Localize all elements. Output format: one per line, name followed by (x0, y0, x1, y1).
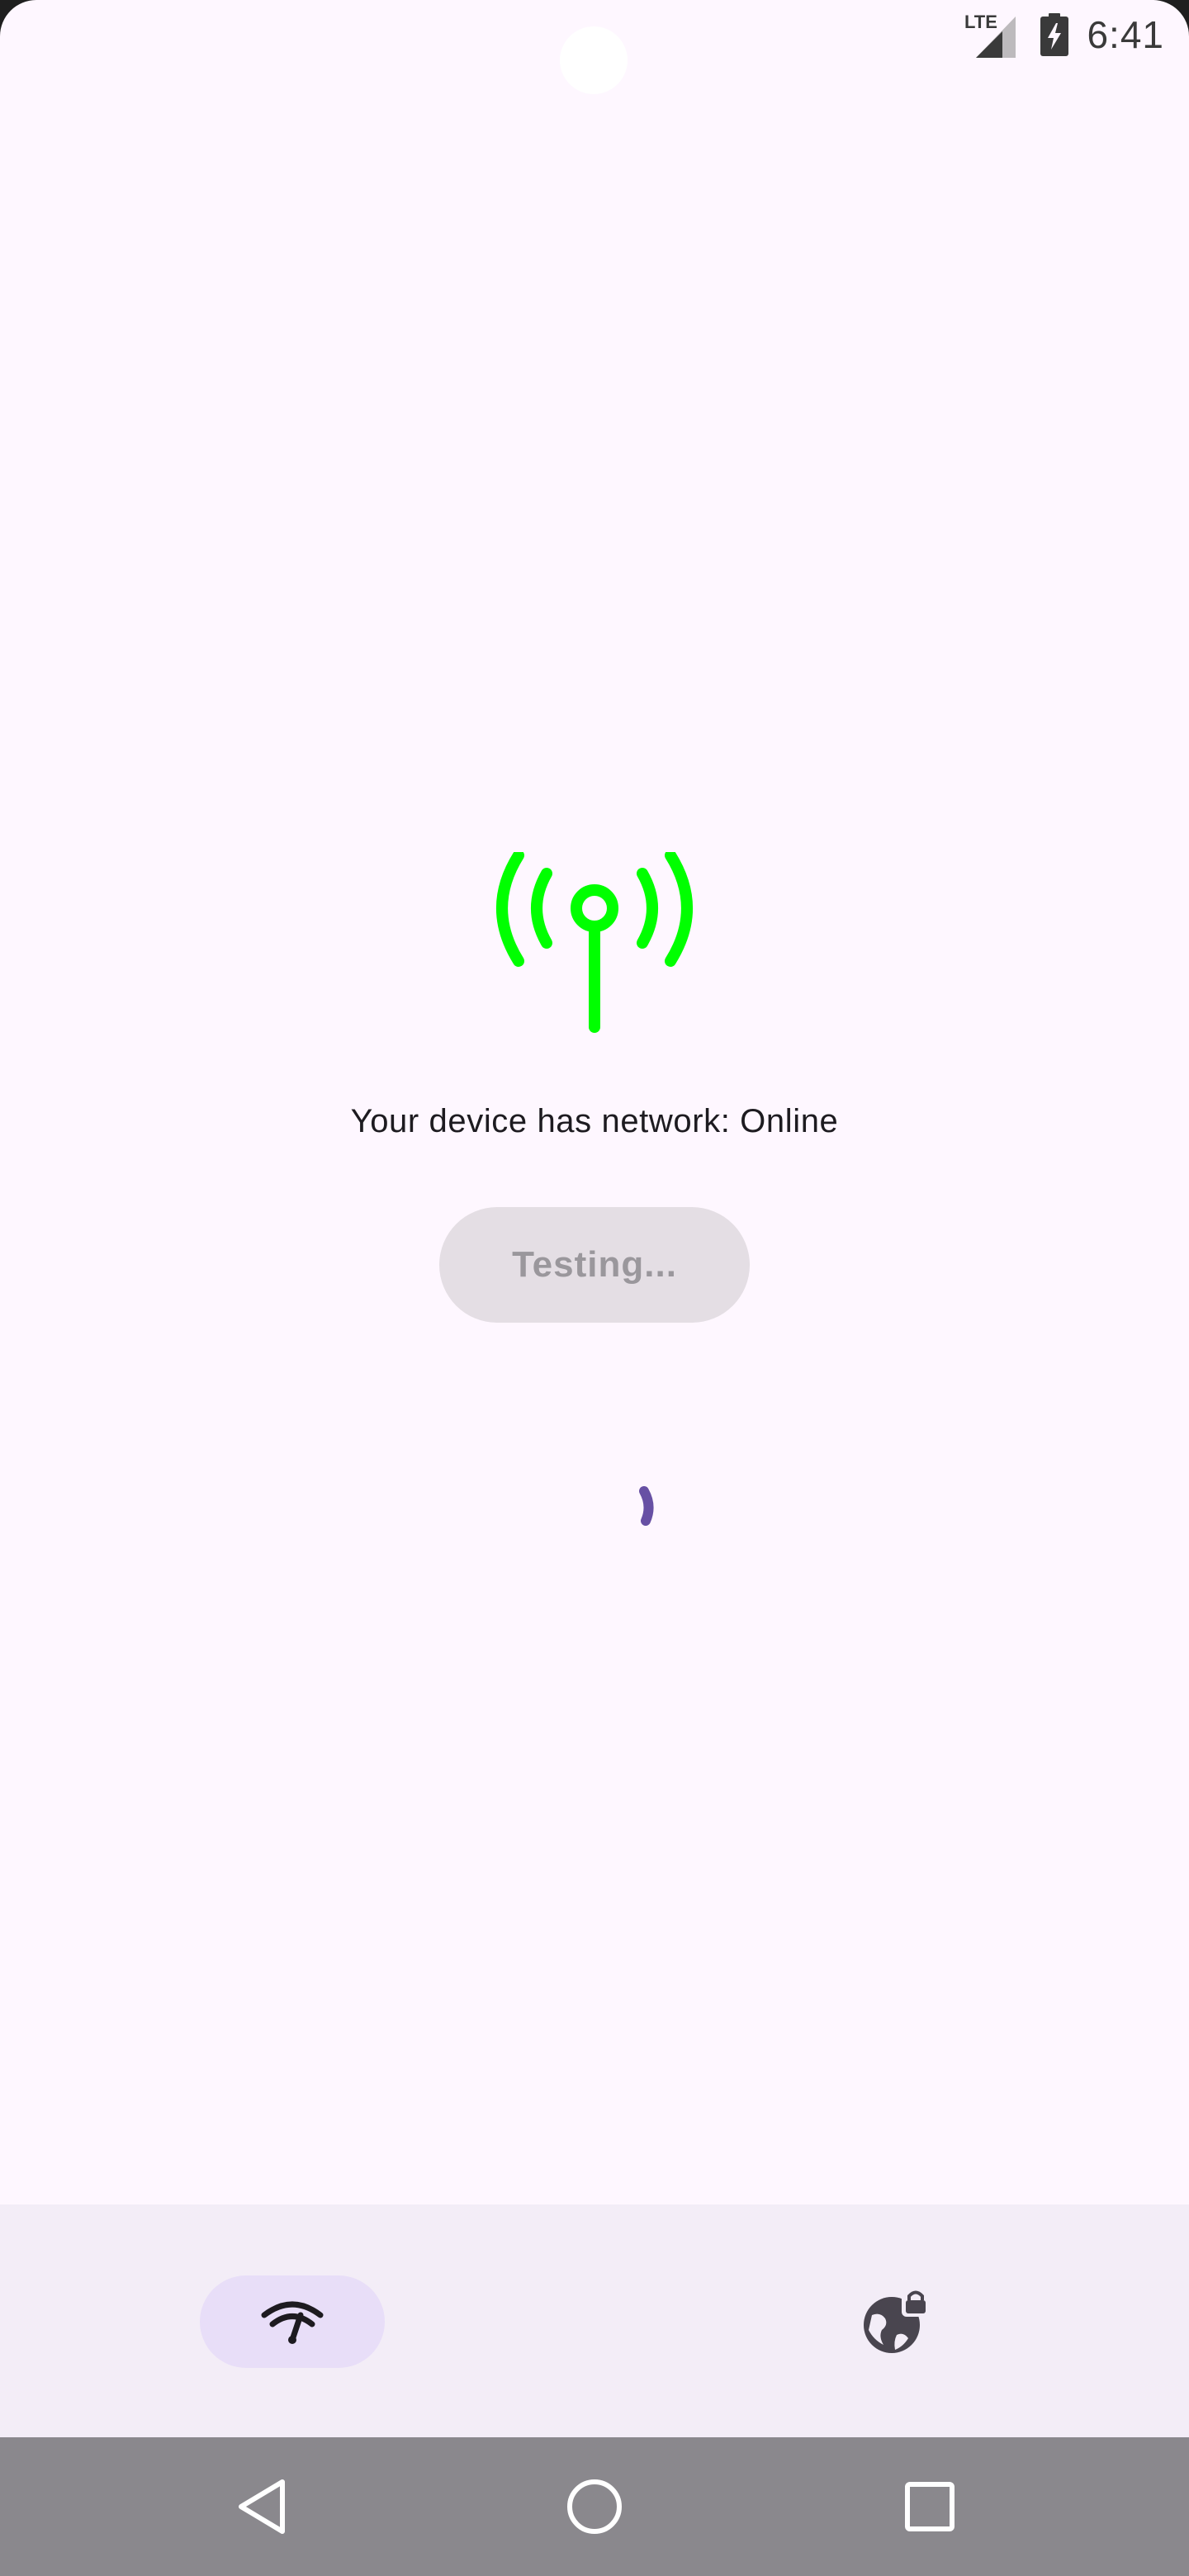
battery-charging-icon (1040, 13, 1069, 56)
nav-item-vpn[interactable] (803, 2275, 988, 2368)
network-type-label: LTE (964, 12, 997, 32)
lte-signal-icon: LTE (964, 12, 1019, 58)
main-content: Your device has network: Online Testing.… (0, 69, 1189, 2204)
cell-tower-icon (496, 852, 693, 1033)
network-status-text: Your device has network: Online (350, 1103, 839, 1139)
back-icon (239, 2479, 285, 2534)
status-icons: LTE 6:41 (964, 8, 1164, 61)
vpn-globe-lock-icon (864, 2289, 930, 2353)
home-icon (567, 2479, 622, 2534)
test-network-button[interactable]: Testing... (439, 1207, 750, 1323)
speed-test-icon (261, 2301, 324, 2344)
system-recents-button[interactable] (860, 2437, 999, 2576)
bottom-navigation-bar (0, 2204, 1189, 2437)
loading-spinner (639, 1486, 654, 1526)
recents-icon (905, 2482, 955, 2531)
system-home-button[interactable] (525, 2437, 664, 2576)
status-bar: LTE 6:41 (0, 0, 1189, 94)
nav-item-speed-test[interactable] (200, 2275, 385, 2368)
app-screen: LTE 6:41 Your device has network: Online… (0, 0, 1189, 2576)
system-back-button[interactable] (193, 2437, 332, 2576)
clock: 6:41 (1087, 13, 1164, 56)
system-navigation-bar (0, 2437, 1189, 2576)
